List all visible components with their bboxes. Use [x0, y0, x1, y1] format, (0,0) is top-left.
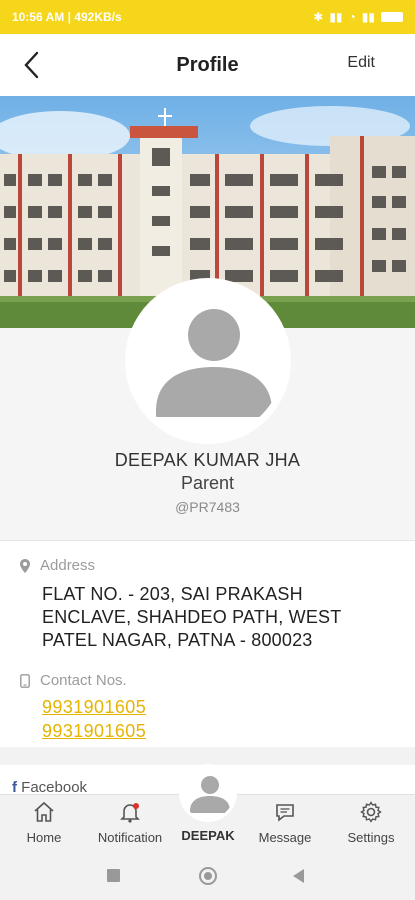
- phone-icon: [20, 673, 30, 688]
- signal-icon: ▮▮: [329, 10, 343, 24]
- profile-name: DEEPAK KUMAR JHA: [114, 450, 301, 470]
- contact-number-1[interactable]: 9931901605: [42, 697, 146, 718]
- contact-label-row: Contact Nos.: [20, 672, 127, 689]
- wifi-icon: ◔: [348, 10, 356, 24]
- home-icon: [34, 801, 54, 822]
- address-label-row: Address: [20, 557, 95, 574]
- user-avatar-icon: [182, 767, 234, 819]
- user-silhouette-icon: [132, 285, 284, 437]
- nav-settings-label: Settings: [347, 830, 395, 845]
- status-bar: 10:56 AM | 492KB/s ✱ ▮▮ ◔ ▮▮: [0, 0, 415, 34]
- address-label: Address: [40, 557, 96, 574]
- home-circle-icon[interactable]: [199, 867, 217, 885]
- contact-label: Contact Nos.: [40, 672, 127, 689]
- app-header: Profile Edit: [0, 34, 415, 96]
- nav-home-label: Home: [26, 830, 62, 845]
- profile-role: Parent: [180, 473, 235, 493]
- nav-profile-avatar[interactable]: [179, 764, 237, 822]
- location-pin-icon: [20, 558, 30, 573]
- profile-info-card: Address FLAT NO. - 203, SAI PRAKASH ENCL…: [0, 540, 415, 747]
- status-time-speed: 10:56 AM | 492KB/s: [12, 10, 122, 24]
- edit-button[interactable]: Edit: [347, 54, 375, 72]
- profile-id: @PR7483: [175, 499, 240, 515]
- status-icons: ✱ ▮▮ ◔ ▮▮: [313, 10, 403, 24]
- nav-message[interactable]: Message: [252, 795, 318, 851]
- back-triangle-icon[interactable]: [293, 869, 304, 883]
- battery-icon: [381, 12, 403, 22]
- nav-notification[interactable]: Notification: [86, 795, 174, 851]
- system-navigation-bar: [0, 850, 415, 900]
- facebook-icon: f: [12, 779, 17, 795]
- facebook-text: Facebook: [21, 779, 88, 795]
- contact-number-2[interactable]: 9931901605: [42, 721, 146, 742]
- facebook-label: f Facebook: [12, 779, 87, 795]
- profile-avatar[interactable]: [125, 278, 291, 444]
- gear-icon: [360, 801, 382, 823]
- address-value: FLAT NO. - 203, SAI PRAKASH ENCLAVE, SHA…: [42, 584, 342, 650]
- nav-home[interactable]: Home: [18, 795, 70, 851]
- nav-settings[interactable]: Settings: [338, 795, 404, 851]
- nav-profile-label[interactable]: DEEPAK: [165, 828, 251, 843]
- bluetooth-icon: ✱: [313, 10, 324, 24]
- nav-notification-label: Notification: [97, 830, 163, 845]
- bell-icon: [120, 803, 140, 823]
- message-icon: [276, 804, 294, 822]
- recent-apps-icon[interactable]: [107, 869, 120, 882]
- signal-icon-2: ▮▮: [361, 10, 375, 24]
- nav-message-label: Message: [258, 830, 312, 845]
- back-arrow-icon[interactable]: [20, 50, 44, 80]
